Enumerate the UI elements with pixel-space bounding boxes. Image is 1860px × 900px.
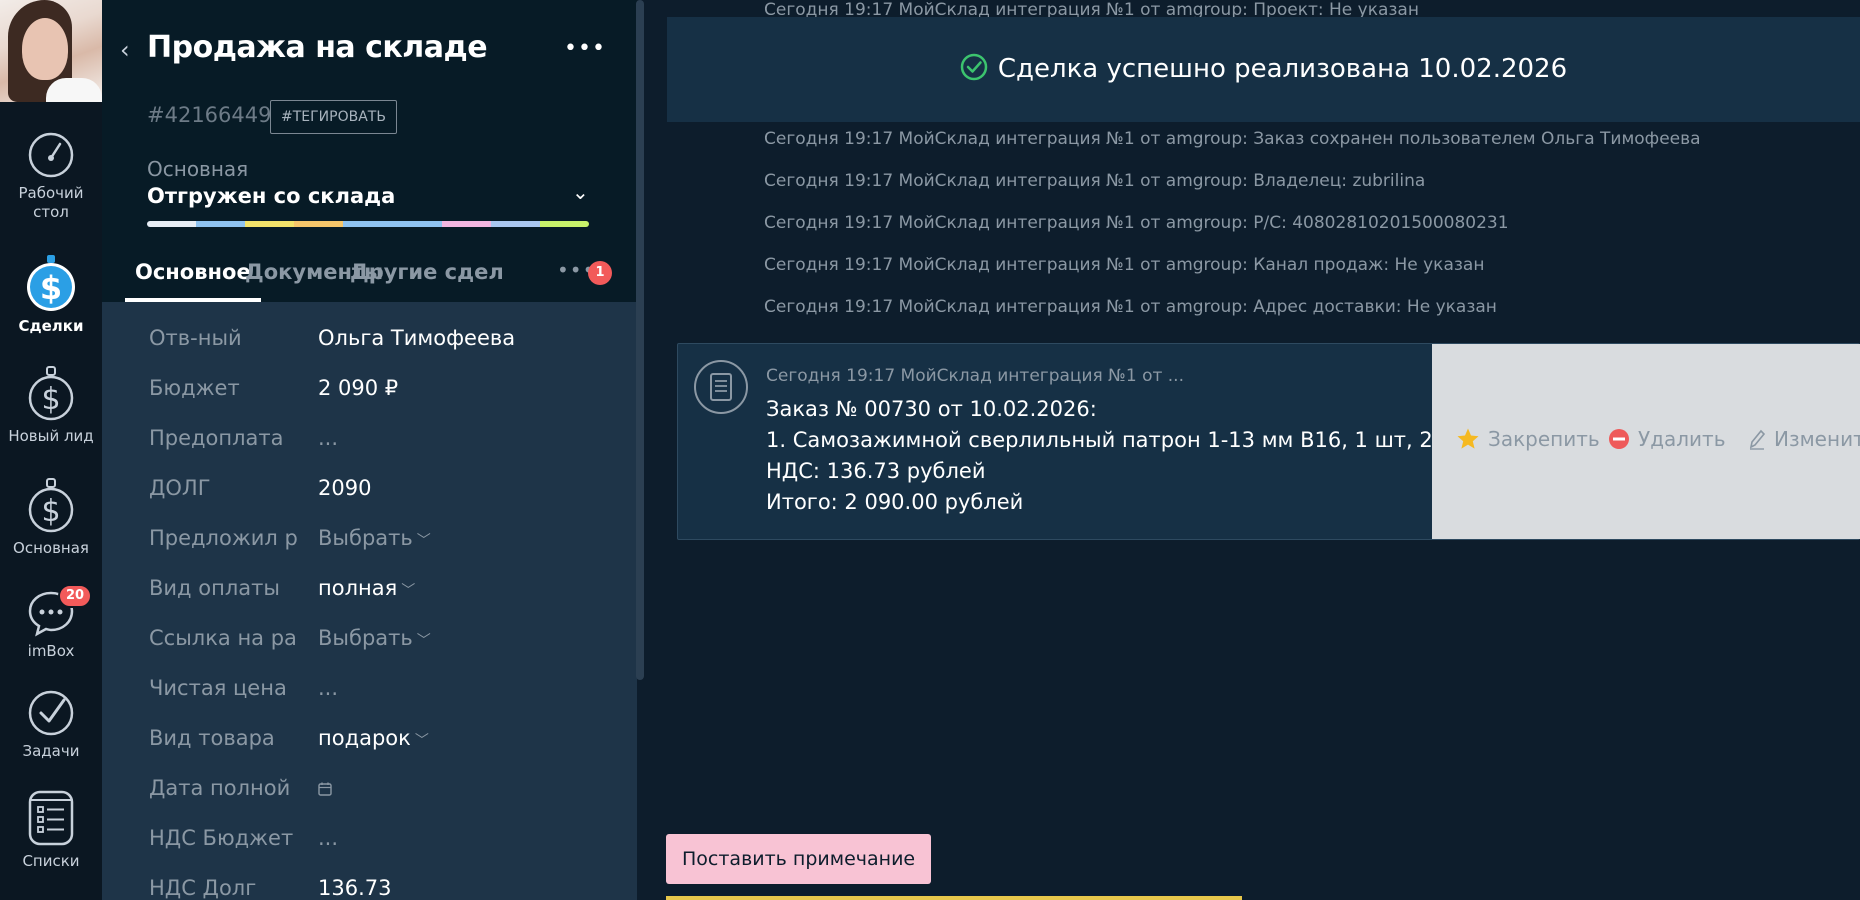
star-icon [1457, 428, 1479, 449]
stage-segment [392, 221, 442, 227]
nav-label-new-lead: Новый лид [8, 427, 94, 445]
dashboard-gauge-icon [28, 132, 74, 178]
feed-panel: Сегодня 19:17 МойСклад интеграция №1 от … [645, 0, 1860, 900]
tab-main[interactable]: Основное [125, 255, 261, 302]
check-circle-icon [28, 690, 74, 736]
back-chevron-icon[interactable]: ‹ [120, 38, 136, 62]
stage-segment [196, 221, 246, 227]
order-note-card[interactable]: Сегодня 19:17 МойСклад интеграция №1 от … [677, 343, 1860, 540]
left-nav: Рабочий стол $ Сделки $ Новый лид $ Осно… [0, 0, 102, 900]
field-full-payment-date[interactable]: Дата полной с [102, 768, 637, 808]
nav-label-deals: Сделки [18, 317, 84, 335]
imbox-badge: 20 [58, 584, 93, 608]
field-budget[interactable]: Бюджет 2 090 ₽ [102, 368, 637, 408]
field-product-type[interactable]: Вид товара подарок ﹀ [102, 718, 637, 758]
success-banner: Сделка успешно реализована 10.02.2026 [667, 17, 1860, 122]
stage-select[interactable]: Отгружен со склада [147, 184, 395, 208]
nav-label-dashboard: Рабочий стол [18, 184, 84, 221]
deal-id: #42166449 [147, 103, 272, 127]
input-strip [666, 896, 1242, 900]
nav-item-dashboard[interactable]: Рабочий стол [0, 130, 102, 222]
order-meta: Сегодня 19:17 МойСклад интеграция №1 от … [766, 366, 1184, 386]
deal-card-header: ‹ Продажа на складе ••• #42166449 #ТЕГИР… [102, 0, 637, 302]
svg-text:$: $ [41, 382, 60, 417]
nav-item-deals[interactable]: $ Сделки [0, 255, 102, 336]
field-net-price[interactable]: Чистая цена ... [102, 668, 637, 708]
stage-segment [441, 221, 491, 227]
stage-segment [343, 221, 393, 227]
nav-label-lists: Списки [22, 852, 80, 870]
edit-button[interactable]: Изменить [1748, 425, 1860, 453]
stage-segment [490, 221, 540, 227]
field-debt[interactable]: ДОЛГ 2090 [102, 468, 637, 508]
deals-dollar-icon: $ [27, 255, 75, 311]
success-check-icon [960, 53, 988, 80]
pencil-icon [1749, 429, 1766, 450]
log-line: Сегодня 19:17 МойСклад интеграция №1 от … [764, 171, 1426, 191]
field-prepayment[interactable]: Предоплата ... [102, 418, 637, 458]
stage-segment [539, 221, 589, 227]
nav-label-imbox: imBox [27, 642, 75, 660]
field-payment-type[interactable]: Вид оплаты полная ﹀ [102, 568, 637, 608]
lists-icon [28, 790, 74, 846]
success-message: Сделка успешно реализована 10.02.2026 [997, 54, 1568, 84]
field-vat-budget[interactable]: НДС Бюджет ... [102, 818, 637, 858]
field-vat-debt[interactable]: НДС Долг 136.73 [102, 868, 637, 900]
stage-segment [147, 221, 197, 227]
card-tabs: Основное Документы Другие сдел ••• 1 [102, 255, 637, 302]
log-line: Сегодня 19:17 МойСклад интеграция №1 от … [764, 129, 1701, 149]
dollar-icon: $ [28, 478, 74, 533]
card-scrollbar[interactable] [636, 0, 644, 680]
log-line: Сегодня 19:17 МойСклад интеграция №1 от … [764, 255, 1485, 275]
nav-item-lists[interactable]: Списки [0, 790, 102, 871]
chevron-down-icon[interactable]: ⌄ [572, 180, 589, 204]
svg-text:$: $ [40, 269, 62, 307]
pin-button[interactable]: Закрепить [1456, 425, 1600, 453]
tabs-badge: 1 [588, 261, 612, 285]
nav-item-tasks[interactable]: Задачи [0, 688, 102, 761]
field-responsible[interactable]: Отв-ный Ольга Тимофеева [102, 318, 637, 358]
document-icon [694, 360, 748, 414]
note-actions-overlay: Закрепить Удалить Изменить [1432, 344, 1860, 539]
deal-card-panel: ‹ Продажа на складе ••• #42166449 #ТЕГИР… [102, 0, 637, 900]
stage-segment [294, 221, 344, 227]
field-offered-by[interactable]: Предложил ра Выбрать ﹀ [102, 518, 637, 558]
dollar-icon: $ [28, 366, 74, 421]
chevron-down-icon: ﹀ [414, 733, 429, 749]
nav-item-main[interactable]: $ Основная [0, 477, 102, 558]
tab-other-deals[interactable]: Другие сдел [350, 255, 504, 302]
nav-label-tasks: Задачи [22, 742, 80, 760]
minus-circle-icon [1609, 428, 1629, 449]
avatar[interactable] [0, 0, 102, 102]
pipeline-name: Основная [147, 157, 249, 181]
stage-segment [245, 221, 295, 227]
log-line: Сегодня 19:17 МойСклад интеграция №1 от … [764, 213, 1509, 233]
calendar-icon [318, 782, 332, 796]
nav-item-imbox[interactable]: 20 imBox [0, 584, 102, 661]
svg-text:$: $ [41, 494, 60, 529]
nav-item-new-lead[interactable]: $ Новый лид [0, 365, 102, 446]
field-link[interactable]: Ссылка на рас Выбрать ﹀ [102, 618, 637, 658]
add-note-button[interactable]: Поставить примечание [666, 834, 932, 884]
chevron-down-icon: ﹀ [401, 583, 416, 599]
delete-button[interactable]: Удалить [1608, 425, 1726, 453]
chevron-down-icon: ﹀ [416, 533, 431, 549]
more-options-icon[interactable]: ••• [564, 36, 606, 61]
nav-label-main: Основная [13, 539, 89, 557]
log-line: Сегодня 19:17 МойСклад интеграция №1 от … [764, 297, 1497, 317]
tag-button[interactable]: #ТЕГИРОВАТЬ [270, 100, 397, 134]
stage-progress-bar[interactable] [147, 221, 589, 227]
deal-title[interactable]: Продажа на складе [147, 30, 488, 65]
chevron-down-icon: ﹀ [416, 633, 431, 649]
